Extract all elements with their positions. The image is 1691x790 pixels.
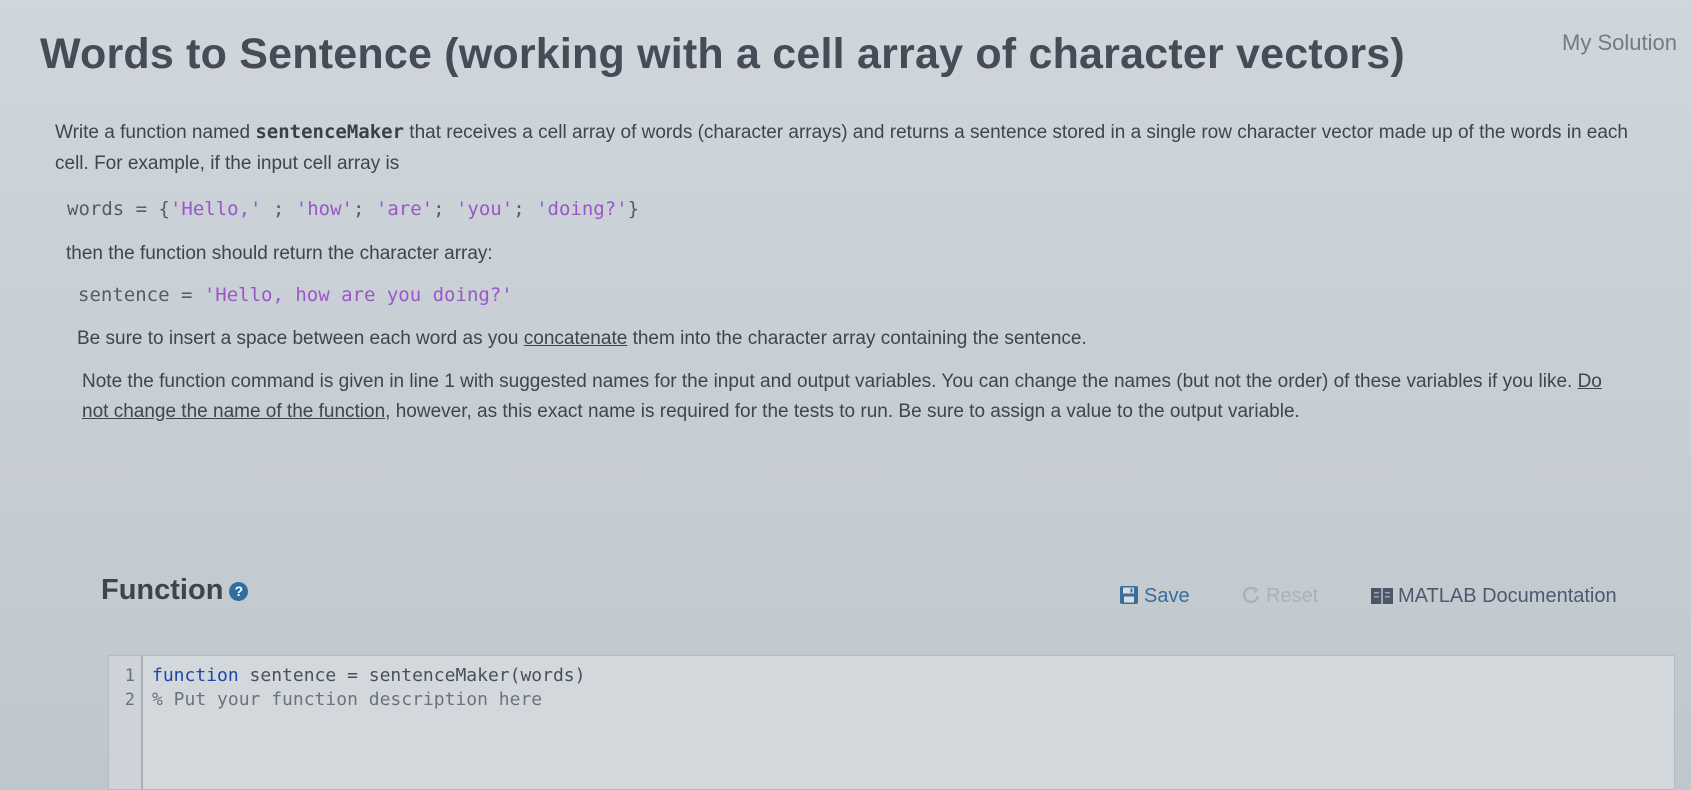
line-number: 2 [124,690,135,710]
description-paragraph-4: Note the function command is given in li… [82,367,1622,427]
floppy-disk-icon [1119,585,1139,611]
concatenate-link[interactable]: concatenate [524,328,628,349]
description-text: , however, as this exact name is require… [385,401,1300,422]
code-string: 'Hello,' [169,198,262,220]
code-text: words = { [67,198,170,220]
description-paragraph-1: Write a function named sentenceMaker tha… [55,117,1655,179]
reset-button[interactable]: Reset [1241,585,1318,611]
code-editor[interactable]: 1 2 function sentence = sentenceMaker(wo… [108,655,1675,790]
code-text: } [627,198,640,220]
code-text: sentence = sentenceMaker(words) [238,665,586,686]
reset-label: Reset [1266,585,1319,607]
code-string: 'Hello, how are you doing?' [203,284,513,306]
code-string: 'doing?' [536,198,628,220]
help-icon[interactable]: ? [229,582,249,601]
my-solution-tab[interactable]: My Solution [1562,30,1677,56]
code-string: 'how' [295,198,353,220]
example-output-code: sentence = 'Hello, how are you doing?' [78,284,513,306]
editor-line[interactable]: % Put your function description here [152,689,542,710]
description-text: Be sure to insert a space between each w… [77,328,524,349]
example-input-code: words = {'Hello,' ; 'how'; 'are'; 'you';… [67,198,639,220]
code-comment: % Put your function description here [152,689,543,710]
description-text: Write a function named [55,122,256,143]
code-text: sentence = [78,284,204,306]
line-number: 1 [124,666,135,686]
code-text: ; [433,198,456,220]
code-string: 'are' [375,198,434,220]
page-title: Words to Sentence (working with a cell a… [40,30,1405,78]
function-name: sentenceMaker [255,121,405,143]
save-button[interactable]: Save [1119,585,1190,611]
editor-line[interactable]: function sentence = sentenceMaker(words) [152,665,585,686]
code-text: ; [513,198,537,220]
reset-icon [1241,585,1261,611]
save-label: Save [1144,585,1190,607]
function-section-title: Function? [101,574,249,607]
description-text: Note the function command is given in li… [82,371,1578,392]
code-text: ; [353,198,376,220]
documentation-label: MATLAB Documentation [1398,585,1617,607]
book-icon [1371,587,1393,611]
line-number-gutter: 1 2 [109,656,143,789]
code-text: ; [261,198,296,220]
description-paragraph-2: then the function should return the char… [66,243,493,264]
code-string: 'you' [455,198,514,220]
section-title-text: Function [101,574,224,606]
description-paragraph-3: Be sure to insert a space between each w… [77,323,1087,354]
code-keyword: function [152,665,239,686]
description-text: them into the character array containing… [627,328,1087,349]
matlab-documentation-link[interactable]: MATLAB Documentation [1371,585,1617,611]
